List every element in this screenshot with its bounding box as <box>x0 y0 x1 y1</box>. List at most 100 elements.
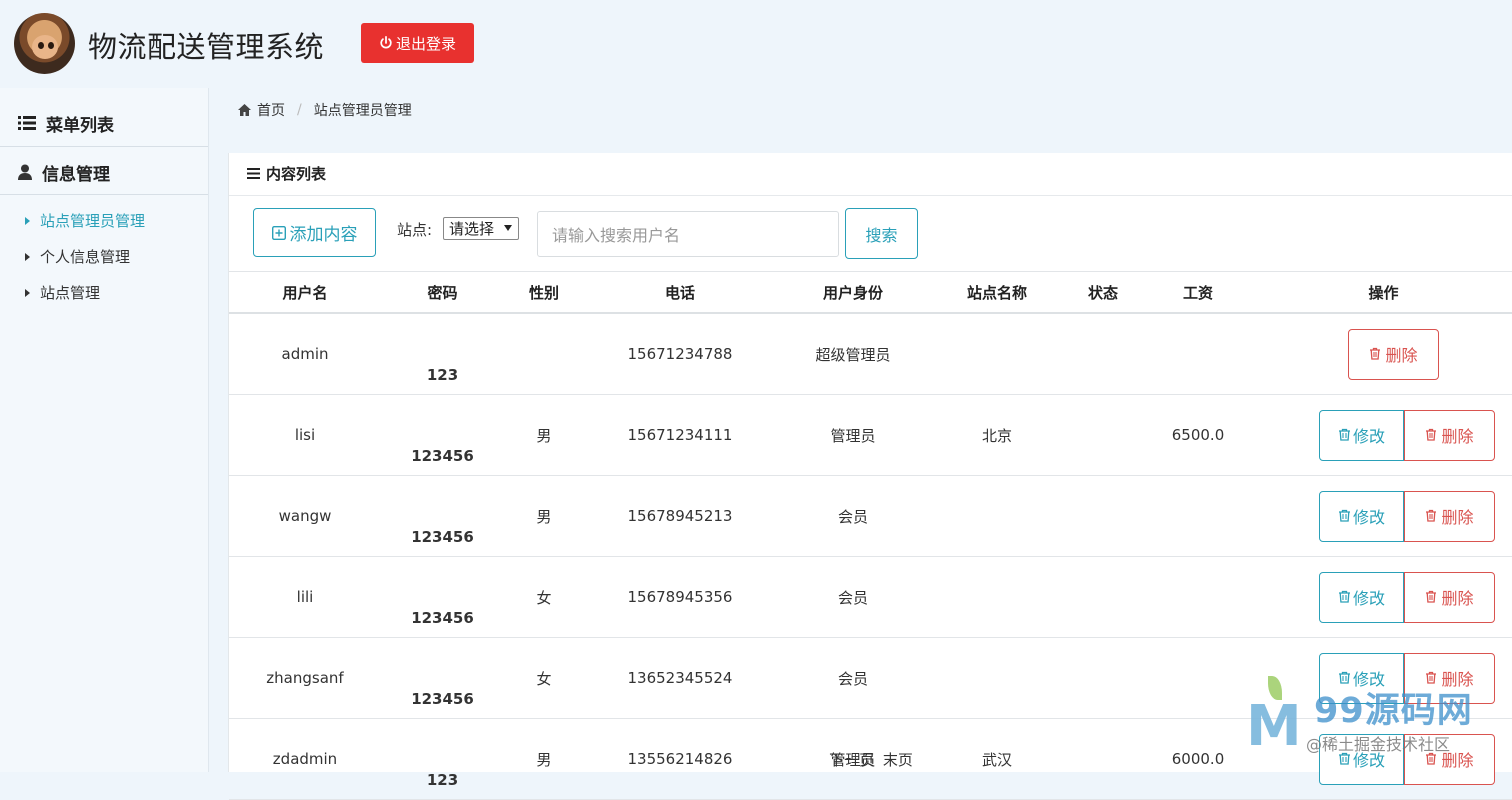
cell-phone: 15671234788 <box>584 313 776 395</box>
cell-gender: 女 <box>504 556 584 638</box>
avatar-eye <box>48 42 54 49</box>
sidebar: 菜单列表 信息管理 站点管理员管理 个人信息管理 站点管理 <box>0 88 209 772</box>
edit-label: 修改 <box>1352 589 1385 608</box>
table-row: wangw 123456 男 15678945213 会员 修改 删除 <box>229 475 1512 557</box>
bars-icon <box>247 168 260 179</box>
column-header: 站点名称 <box>930 271 1064 314</box>
top-header: 物流配送管理系统 退出登录 <box>0 0 1512 88</box>
trash-icon <box>1369 345 1381 364</box>
cell-actions: 修改 删除 <box>1254 556 1512 638</box>
cell-password: 123456 <box>381 475 504 557</box>
home-icon <box>238 104 251 116</box>
row-actions: 修改 删除 <box>1254 490 1512 542</box>
pagination: 下一页 末页 <box>229 749 1512 770</box>
sidebar-item-station[interactable]: 站点管理 <box>25 282 100 303</box>
cell-phone: 15678945213 <box>584 475 776 557</box>
table-row: lili 123456 女 15678945356 会员 修改 删除 <box>229 556 1512 638</box>
cell-password: 123456 <box>381 394 504 476</box>
edit-icon <box>1338 588 1351 607</box>
sidebar-item-personal-info[interactable]: 个人信息管理 <box>25 246 130 267</box>
caret-right-icon <box>25 252 30 261</box>
cell-role: 超级管理员 <box>776 313 930 395</box>
breadcrumb-separator: / <box>297 102 302 118</box>
add-content-label: 添加内容 <box>289 225 358 245</box>
delete-label: 删除 <box>1441 589 1474 608</box>
breadcrumb: 首页 / 站点管理员管理 <box>238 100 412 120</box>
cell-username: admin <box>229 313 381 395</box>
cell-username: zhangsanf <box>229 637 381 719</box>
station-filter-label: 站点: <box>397 221 433 239</box>
delete-button[interactable]: 删除 <box>1404 409 1495 461</box>
menu-list-header: 菜单列表 <box>0 100 208 147</box>
cell-username: lili <box>229 556 381 638</box>
edit-label: 修改 <box>1352 427 1385 446</box>
row-actions: 修改 删除 <box>1254 652 1512 704</box>
cell-status <box>1064 475 1142 557</box>
add-content-button[interactable]: 添加内容 <box>253 208 376 257</box>
sidebar-group-label: 信息管理 <box>42 164 110 185</box>
cell-role: 管理员 <box>776 394 930 476</box>
breadcrumb-home[interactable]: 首页 <box>257 100 285 120</box>
delete-button[interactable]: 删除 <box>1404 571 1495 623</box>
cell-salary <box>1142 313 1254 395</box>
edit-icon <box>1338 507 1351 526</box>
logout-label: 退出登录 <box>395 34 456 53</box>
cell-station <box>930 475 1064 557</box>
sidebar-item-station-admin[interactable]: 站点管理员管理 <box>25 210 145 231</box>
cell-status <box>1064 394 1142 476</box>
delete-label: 删除 <box>1441 508 1474 527</box>
table-body: admin 123 15671234788 超级管理员 删除 lisi 123456 男 156… <box>229 313 1512 800</box>
cell-username: wangw <box>229 475 381 557</box>
cell-status <box>1064 556 1142 638</box>
breadcrumb-current: 站点管理员管理 <box>313 103 412 119</box>
edit-button[interactable]: 修改 <box>1319 652 1404 704</box>
column-header: 工资 <box>1142 271 1254 314</box>
edit-button[interactable]: 修改 <box>1319 571 1404 623</box>
edit-button[interactable]: 修改 <box>1319 409 1404 461</box>
station-select[interactable]: 请选择 <box>443 217 519 240</box>
delete-button[interactable]: 删除 <box>1348 328 1439 380</box>
cell-status <box>1064 313 1142 395</box>
column-header: 用户名 <box>229 271 381 314</box>
sidebar-group-info[interactable]: 信息管理 <box>0 150 208 195</box>
logout-button[interactable]: 退出登录 <box>361 23 474 63</box>
edit-icon <box>1338 669 1351 688</box>
row-actions: 修改 删除 <box>1254 571 1512 623</box>
cell-gender <box>504 313 584 395</box>
search-button[interactable]: 搜索 <box>845 208 918 259</box>
cell-station <box>930 637 1064 719</box>
delete-button[interactable]: 删除 <box>1404 652 1495 704</box>
sidebar-item-label: 站点管理 <box>40 284 101 302</box>
edit-label: 修改 <box>1352 508 1385 527</box>
edit-icon <box>1338 426 1351 445</box>
cell-gender: 男 <box>504 394 584 476</box>
last-page-link[interactable]: 末页 <box>883 751 913 769</box>
delete-button[interactable]: 删除 <box>1404 490 1495 542</box>
dropdown-arrow-icon <box>504 225 512 231</box>
content-panel: 内容列表 添加内容 站点: 请选择 请输入搜索用户名 搜索 用户名 密码 性别 电话用… <box>228 153 1512 800</box>
panel-title: 内容列表 <box>247 163 326 184</box>
cell-salary <box>1142 637 1254 719</box>
next-page-link[interactable]: 下一页 <box>829 751 874 769</box>
delete-label: 删除 <box>1441 427 1474 446</box>
column-header: 状态 <box>1064 271 1142 314</box>
caret-right-icon <box>25 216 30 225</box>
cell-role: 会员 <box>776 556 930 638</box>
user-icon <box>18 164 32 180</box>
cell-station <box>930 313 1064 395</box>
delete-label: 删除 <box>1385 346 1418 365</box>
cell-status <box>1064 637 1142 719</box>
avatar-eye <box>38 42 44 49</box>
edit-button[interactable]: 修改 <box>1319 490 1404 542</box>
trash-icon <box>1425 507 1437 526</box>
panel-title-label: 内容列表 <box>266 165 327 183</box>
table-header-row: 用户名 密码 性别 电话 用户身份 站点名称 状态 工资 操作 <box>229 271 1512 314</box>
cell-password: 123456 <box>381 637 504 719</box>
trash-icon <box>1425 588 1437 607</box>
sidebar-item-label: 个人信息管理 <box>40 248 131 266</box>
cell-salary <box>1142 556 1254 638</box>
column-header: 操作 <box>1254 271 1512 314</box>
user-table: 用户名 密码 性别 电话 用户身份 站点名称 状态 工资 操作 admin 123 15671234… <box>229 271 1512 800</box>
cell-salary <box>1142 475 1254 557</box>
search-input[interactable]: 请输入搜索用户名 <box>537 211 839 257</box>
